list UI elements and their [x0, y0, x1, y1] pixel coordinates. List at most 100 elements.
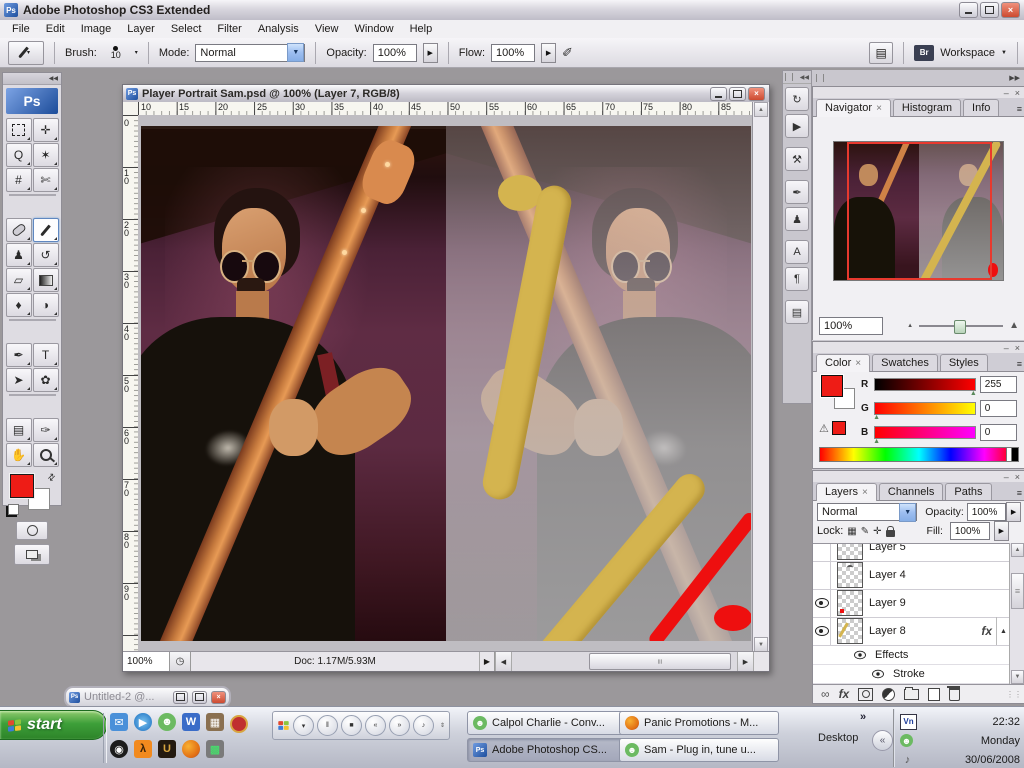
- wmp-next-button[interactable]: »: [389, 715, 410, 736]
- brushes-panel-button[interactable]: ✒: [785, 180, 809, 204]
- gamut-color-swatch[interactable]: [831, 421, 846, 435]
- slice-tool[interactable]: ✄: [32, 168, 59, 192]
- type-tool[interactable]: T: [32, 343, 59, 367]
- tab-styles[interactable]: Styles: [939, 354, 988, 371]
- gamut-warning-icon[interactable]: ⚠: [819, 422, 829, 435]
- foreground-color-swatch[interactable]: [820, 374, 844, 398]
- lock-paint-icon[interactable]: ✎: [861, 526, 869, 537]
- pixel-app-quicklaunch[interactable]: ▩: [206, 740, 224, 758]
- lock-all-icon[interactable]: [885, 525, 895, 537]
- history-panel-button[interactable]: ↻: [785, 87, 809, 111]
- blue-value-field[interactable]: 0: [979, 423, 1017, 441]
- layer-row[interactable]: Layer 8 fx ▲: [813, 617, 1010, 646]
- navigator-zoom-slider[interactable]: [919, 319, 1004, 334]
- slider-thumb[interactable]: [954, 320, 967, 334]
- menu-analysis[interactable]: Analysis: [250, 21, 307, 37]
- vertical-ruler[interactable]: 0 10 20 30 40 50 60 70 80 90: [123, 115, 139, 652]
- document-titlebar[interactable]: Ps Player Portrait Sam.psd @ 100% (Layer…: [123, 85, 769, 103]
- magic-wand-tool[interactable]: ✶: [32, 143, 59, 167]
- effects-row[interactable]: Effects: [813, 645, 1010, 665]
- start-button[interactable]: start: [0, 710, 107, 740]
- brush-tool[interactable]: [32, 218, 59, 242]
- horizontal-scrollbar[interactable]: [512, 652, 737, 671]
- new-group-icon[interactable]: [904, 686, 920, 700]
- eye-icon[interactable]: [872, 669, 884, 678]
- doc-close-button[interactable]: ×: [748, 86, 765, 101]
- layers-scrollbar[interactable]: ▲ ▼: [1009, 543, 1024, 684]
- scroll-down-button[interactable]: ▼: [1011, 670, 1024, 684]
- blue-slider[interactable]: ▲: [873, 425, 976, 445]
- urban-terror-quicklaunch[interactable]: U: [158, 740, 176, 758]
- vnc-tray-icon[interactable]: Vn: [900, 713, 917, 730]
- desktop-toolbar-label[interactable]: Desktop: [818, 732, 858, 744]
- panel-minimize-button[interactable]: –: [1004, 343, 1009, 353]
- combo-arrow-icon[interactable]: ▼: [287, 43, 305, 62]
- word-quicklaunch[interactable]: W: [182, 713, 200, 731]
- photo-app-quicklaunch[interactable]: ▦: [206, 713, 224, 731]
- minimize-button[interactable]: [959, 2, 978, 18]
- volume-tray-icon[interactable]: ♪: [900, 753, 915, 767]
- layer-opacity-field[interactable]: 100%: [966, 503, 1007, 521]
- status-clock-icon[interactable]: ◷: [170, 652, 191, 671]
- collapse-effects-button[interactable]: ▲: [996, 617, 1010, 645]
- blur-tool[interactable]: ♦: [5, 293, 32, 317]
- visibility-toggle[interactable]: [813, 561, 831, 589]
- tab-close-icon[interactable]: ×: [862, 487, 868, 498]
- scrollbar-thumb[interactable]: [1011, 573, 1024, 609]
- drag-grip[interactable]: [785, 73, 793, 81]
- tab-navigator[interactable]: Navigator ×: [816, 99, 891, 117]
- visib ility-toggle[interactable]: [813, 617, 831, 645]
- clone-source-panel-button[interactable]: ♟: [785, 207, 809, 231]
- visibility-toggle[interactable]: [813, 544, 831, 561]
- panel-menu-icon[interactable]: ≡: [1017, 104, 1022, 114]
- tab-swatches[interactable]: Swatches: [872, 354, 938, 371]
- panel-menu-icon[interactable]: ≡: [1017, 359, 1022, 369]
- tab-paths[interactable]: Paths: [945, 483, 992, 500]
- green-slider[interactable]: ▲: [873, 401, 976, 421]
- taskbar-button-photoshop[interactable]: Ps Adobe Photoshop CS...: [467, 738, 627, 762]
- menu-layer[interactable]: Layer: [119, 21, 163, 37]
- flow-slider-button[interactable]: ▶: [541, 42, 557, 63]
- add-layer-style-icon[interactable]: fx: [839, 687, 850, 701]
- green-value-field[interactable]: 0: [979, 399, 1017, 417]
- chevron-down-icon[interactable]: ▼: [1001, 50, 1007, 56]
- restore-button[interactable]: [980, 2, 999, 18]
- pen-tool[interactable]: ✒: [5, 343, 32, 367]
- status-flyout-button[interactable]: ▶: [480, 652, 495, 671]
- tool-preset-picker[interactable]: ▾: [8, 40, 44, 65]
- wmp-volume-button[interactable]: ♪: [413, 715, 434, 736]
- messenger-quicklaunch[interactable]: ☻: [158, 713, 176, 731]
- tab-layers[interactable]: Layers ×: [816, 483, 877, 501]
- messenger-tray-icon[interactable]: ☻: [900, 734, 913, 747]
- menu-help[interactable]: Help: [402, 21, 441, 37]
- drag-grip[interactable]: [816, 73, 824, 82]
- doc-minimize-button[interactable]: [710, 86, 727, 101]
- character-panel-button[interactable]: A: [785, 240, 809, 264]
- foreground-color-swatch[interactable]: [9, 473, 35, 499]
- notes-tool[interactable]: ▤: [5, 418, 32, 442]
- hand-tool[interactable]: ✋: [5, 443, 32, 467]
- tab-info[interactable]: Info: [963, 99, 1000, 116]
- layer-effects-badge[interactable]: fx: [981, 624, 992, 638]
- wmp-previous-button[interactable]: «: [365, 715, 386, 736]
- color-spectrum-ramp[interactable]: [819, 447, 1019, 462]
- resize-grip[interactable]: ⋮⋮: [1006, 690, 1022, 699]
- navigator-zoom-field[interactable]: 100%: [819, 317, 883, 335]
- flow-input[interactable]: 100%: [491, 43, 536, 62]
- mini-close-button[interactable]: ×: [211, 690, 226, 704]
- clock-time[interactable]: 22:32: [992, 716, 1020, 728]
- menu-edit[interactable]: Edit: [38, 21, 73, 37]
- navigator-view-box[interactable]: [847, 142, 992, 280]
- layer-row[interactable]: Layer 4: [813, 561, 1010, 590]
- layer-thumbnail[interactable]: [837, 618, 863, 644]
- layer-comps-panel-button[interactable]: ▤: [785, 300, 809, 324]
- panel-close-button[interactable]: ×: [1015, 472, 1020, 482]
- menu-window[interactable]: Window: [346, 21, 401, 37]
- half-life-quicklaunch[interactable]: λ: [134, 740, 152, 758]
- tab-channels[interactable]: Channels: [878, 483, 944, 500]
- eye-icon[interactable]: [854, 650, 866, 659]
- wmp-pause-button[interactable]: ‖: [317, 715, 338, 736]
- horizontal-ruler[interactable]: 10 15 20 25 30 35 40 45 50 55 60 65 70 7…: [138, 102, 753, 116]
- mini-maximize-button[interactable]: [192, 690, 207, 704]
- swap-colors-icon[interactable]: ⇄: [46, 471, 59, 484]
